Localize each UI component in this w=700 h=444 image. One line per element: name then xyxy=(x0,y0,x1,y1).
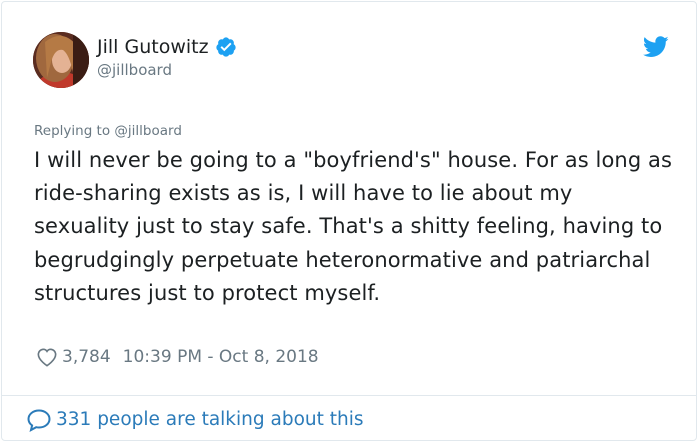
verified-badge-icon xyxy=(215,37,236,57)
author-display-name[interactable]: Jill Gutowitz xyxy=(97,35,209,59)
conversation-count-label[interactable]: 331 people are talking about this xyxy=(56,407,364,433)
author-handle[interactable]: @jillboard xyxy=(97,60,172,80)
tweet-meta: 3,784 10:39 PM - Oct 8, 2018 xyxy=(36,346,319,368)
replying-to-label[interactable]: Replying to @jillboard xyxy=(34,122,182,140)
avatar-image xyxy=(33,32,89,88)
tweet-timestamp[interactable]: 10:39 PM - Oct 8, 2018 xyxy=(123,346,319,368)
heart-icon[interactable] xyxy=(36,347,58,367)
conversation-link[interactable]: 331 people are talking about this xyxy=(26,407,364,433)
tweet-text: I will never be going to a "boyfriend's"… xyxy=(34,148,673,305)
divider xyxy=(2,395,696,396)
author-name-row[interactable]: Jill Gutowitz xyxy=(97,35,237,59)
avatar[interactable] xyxy=(33,32,89,88)
tweet-card: Jill Gutowitz @jillboard Replying to @ji… xyxy=(1,1,697,441)
speech-bubble-icon xyxy=(27,409,51,432)
like-count[interactable]: 3,784 xyxy=(62,346,111,368)
twitter-bird-icon[interactable] xyxy=(643,36,669,58)
